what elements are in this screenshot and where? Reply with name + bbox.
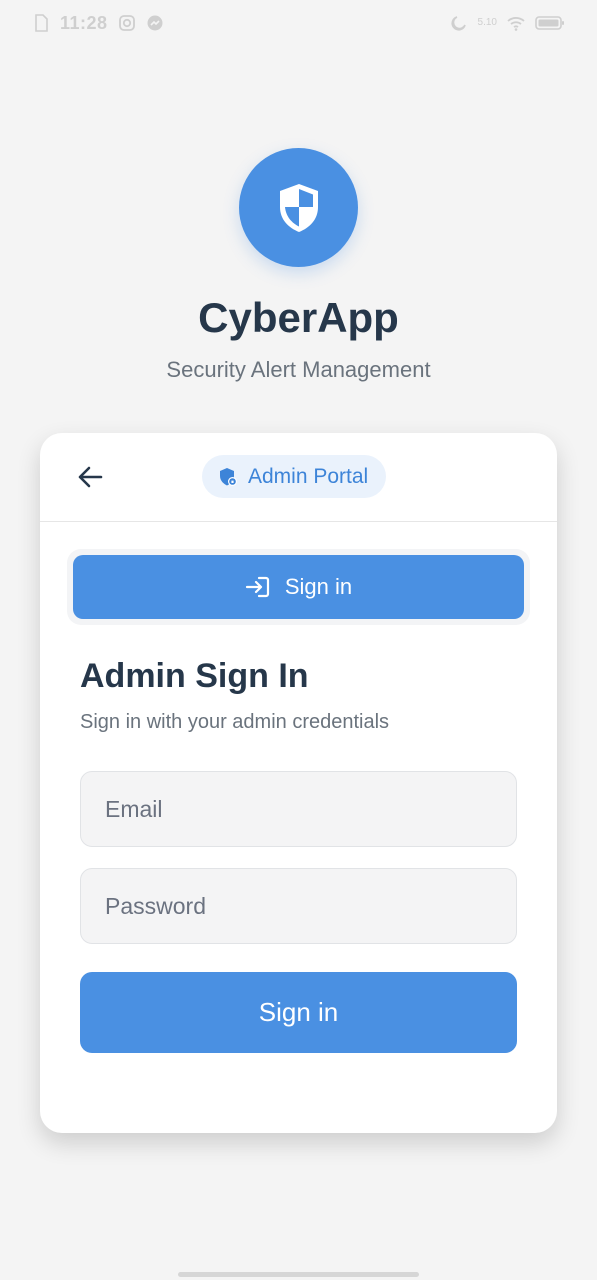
auth-tabs: Sign in: [67, 549, 530, 625]
messenger-icon: [147, 15, 163, 31]
file-icon: [35, 14, 48, 32]
form-subtitle: Sign in with your admin credentials: [80, 711, 390, 733]
shield-lock-icon: [220, 467, 237, 486]
login-icon: [245, 576, 269, 598]
status-bar: 11:28 5.10: [0, 0, 597, 46]
password-field[interactable]: [80, 868, 517, 944]
sign-in-button[interactable]: Sign in: [80, 972, 517, 1053]
admin-portal-badge: Admin Portal: [202, 455, 387, 498]
app-subtitle: Security Alert Management: [166, 357, 431, 382]
shield-icon: [279, 183, 318, 232]
app-name: CyberApp: [198, 294, 399, 341]
back-button[interactable]: [74, 461, 106, 493]
card-header: Admin Portal: [40, 433, 557, 522]
wifi-icon: [507, 17, 525, 31]
battery-icon: [535, 16, 564, 30]
moon-icon: [450, 16, 466, 31]
tab-sign-in[interactable]: Sign in: [73, 555, 524, 619]
app-logo: [239, 148, 358, 267]
status-right: 5.10: [450, 14, 565, 32]
status-time: 11:28: [60, 12, 108, 33]
status-left: 11:28: [32, 13, 164, 34]
home-indicator[interactable]: [178, 1272, 419, 1277]
arrow-left-icon: [78, 466, 103, 488]
admin-portal-label: Admin Portal: [248, 464, 369, 488]
form-title: Admin Sign In: [80, 657, 309, 695]
email-field[interactable]: [80, 771, 517, 847]
instagram-icon: [118, 15, 135, 31]
tab-sign-in-label: Sign in: [284, 574, 353, 599]
sign-in-card: Admin Portal Sign in Admin Sign In Sign …: [40, 433, 557, 1133]
network-speed-icon: 5.10: [477, 17, 497, 28]
